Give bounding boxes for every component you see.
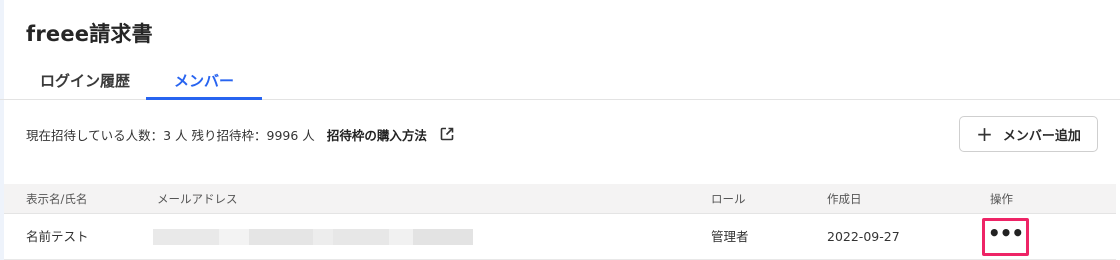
purchase-method-label[interactable]: 招待枠の購入方法 — [327, 125, 427, 144]
member-created-date: 2022-09-27 — [827, 229, 900, 244]
invite-summary: 現在招待している人数：3 人 残り招待枠：9996 人 — [26, 127, 315, 143]
header-role: ロール — [711, 192, 746, 206]
members-table: 表示名/氏名 メールアドレス ロール 作成日 操作 名前テスト 管理者 2022… — [4, 184, 1116, 260]
active-tab-indicator — [146, 97, 262, 100]
plus-icon: + — [976, 122, 993, 146]
header-name: 表示名/氏名 — [26, 192, 88, 206]
row-actions-button[interactable]: ••• — [982, 218, 1029, 256]
external-link-icon[interactable] — [439, 126, 455, 142]
header-created: 作成日 — [827, 192, 862, 206]
member-email-redacted — [153, 229, 473, 245]
tab-bar: ログイン履歴 メンバー — [0, 60, 1120, 100]
purchase-method-link[interactable]: 招待枠の購入方法 — [327, 125, 455, 144]
header-email: メールアドレス — [157, 192, 238, 206]
table-row[interactable]: 名前テスト 管理者 2022-09-27 — [4, 214, 1116, 260]
tab-members[interactable]: メンバー — [146, 60, 262, 100]
header-ops: 操作 — [990, 192, 1013, 206]
member-role: 管理者 — [711, 229, 749, 244]
add-member-button[interactable]: + メンバー追加 — [959, 116, 1098, 152]
table-header: 表示名/氏名 メールアドレス ロール 作成日 操作 — [4, 184, 1116, 214]
add-member-label: メンバー追加 — [1002, 128, 1081, 144]
tab-login-history[interactable]: ログイン履歴 — [24, 60, 146, 100]
invite-info: 現在招待している人数：3 人 残り招待枠：9996 人 招待枠の購入方法 — [26, 124, 455, 144]
member-name: 名前テスト — [26, 229, 89, 244]
more-horizontal-icon[interactable]: ••• — [988, 223, 1024, 243]
app-title: freee請求書 — [26, 22, 153, 46]
